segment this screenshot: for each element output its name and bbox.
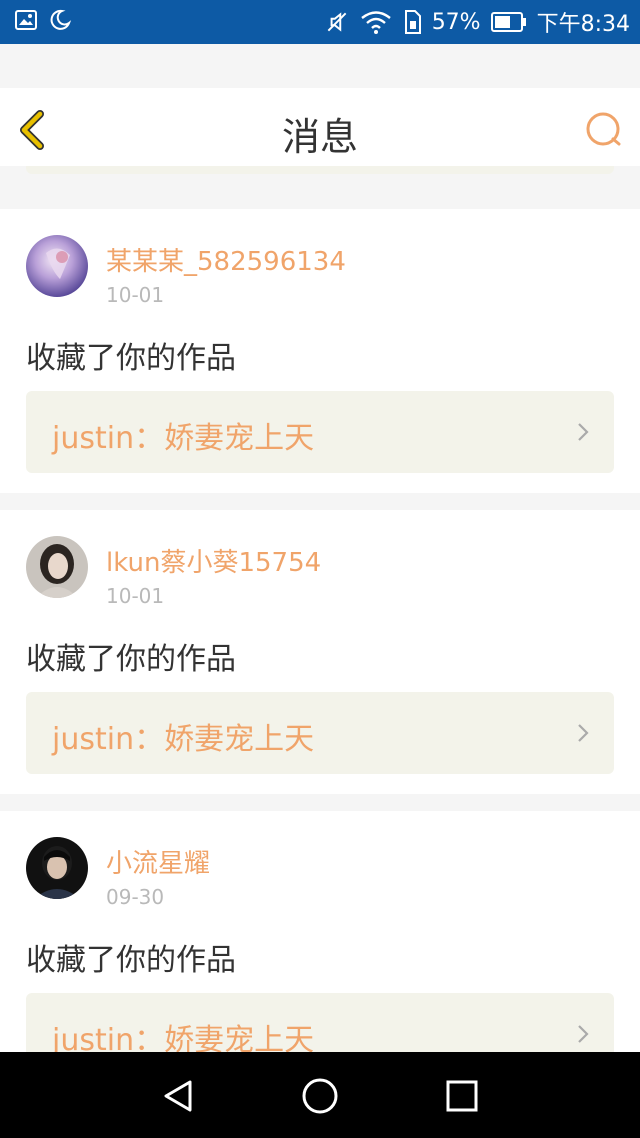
app-header: 消息 (0, 88, 640, 167)
gallery-icon (15, 10, 37, 30)
username[interactable]: 小流星耀 (106, 843, 210, 880)
message-date: 10-01 (106, 584, 165, 608)
status-bar: 57% 下午8:34 (0, 0, 640, 44)
work-title: justin：娇妻宠上天 (52, 421, 315, 456)
system-nav-bar (0, 1052, 640, 1138)
chevron-right-icon (578, 423, 589, 441)
work-link[interactable]: justin：娇妻宠上天 (26, 391, 614, 473)
battery-text: 57% (431, 9, 481, 35)
nav-recents-button[interactable] (440, 1074, 484, 1118)
status-right: 57% 下午8:34 (324, 0, 630, 44)
clock-text: 下午8:34 (536, 12, 630, 37)
back-triangle-icon (164, 1080, 192, 1112)
nav-home-button[interactable] (298, 1074, 342, 1118)
username[interactable]: lkun蔡小葵15754 (106, 542, 321, 579)
message-card: 某某某_582596134 10-01 收藏了你的作品 justin：娇妻宠上天 (0, 209, 640, 493)
avatar-image (26, 536, 88, 598)
avatar-image (26, 837, 88, 899)
status-left (14, 8, 72, 32)
sim-icon (404, 10, 421, 34)
nav-back-button[interactable] (156, 1074, 200, 1118)
battery-icon (490, 12, 526, 32)
avatar[interactable] (26, 536, 88, 598)
message-card: lkun蔡小葵15754 10-01 收藏了你的作品 justin：娇妻宠上天 (0, 510, 640, 794)
message-date: 09-30 (106, 885, 165, 909)
avatar[interactable] (26, 837, 88, 899)
previous-card-stub (0, 166, 640, 194)
chevron-right-icon (578, 1025, 589, 1043)
message-action: 收藏了你的作品 (26, 341, 236, 376)
username[interactable]: 某某某_582596134 (106, 241, 346, 278)
chevron-right-icon (578, 724, 589, 742)
search-button[interactable] (584, 110, 624, 150)
mute-icon (327, 12, 347, 32)
page-title: 消息 (281, 115, 358, 159)
avatar-image (26, 235, 88, 297)
wifi-icon (360, 11, 391, 34)
message-date: 10-01 (106, 283, 165, 307)
home-circle-icon (302, 1078, 338, 1114)
search-icon (586, 112, 621, 146)
moon-icon (50, 9, 72, 30)
recents-square-icon (446, 1080, 478, 1112)
previous-work-link-stub (26, 166, 614, 174)
message-action: 收藏了你的作品 (26, 642, 236, 677)
work-title: justin：娇妻宠上天 (52, 722, 315, 757)
avatar[interactable] (26, 235, 88, 297)
work-link[interactable]: justin：娇妻宠上天 (26, 692, 614, 774)
message-action: 收藏了你的作品 (26, 943, 236, 978)
